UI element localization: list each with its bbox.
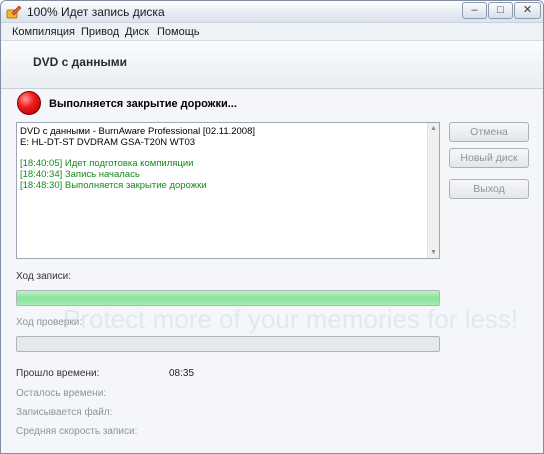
title-bar: 100% Идет запись диска – □ ✕ xyxy=(1,1,543,23)
minimize-button[interactable]: – xyxy=(462,2,487,19)
verify-progress-label: Ход проверки: xyxy=(16,317,83,328)
close-button[interactable]: ✕ xyxy=(514,2,541,19)
log-box[interactable]: DVD с данными - BurnAware Professional [… xyxy=(16,122,440,259)
menu-disc[interactable]: Диск xyxy=(125,26,149,38)
burn-window: 100% Идет запись диска – □ ✕ Компиляция … xyxy=(0,0,544,454)
elapsed-label: Прошло времени: xyxy=(16,368,100,379)
write-progress-fill xyxy=(17,291,439,305)
current-file-label: Записывается файл: xyxy=(16,407,113,418)
log-line: [18:48:30] Выполняется закрытие дорожки xyxy=(20,180,207,191)
menu-compilation[interactable]: Компиляция xyxy=(12,26,75,38)
burnaware-app-icon xyxy=(6,5,22,19)
log-line: DVD с данными - BurnAware Professional [… xyxy=(20,126,256,137)
new-disc-button[interactable]: Новый диск xyxy=(449,148,529,168)
watermark-text: Protect more of your memories for less! xyxy=(63,304,519,334)
elapsed-value: 08:35 xyxy=(169,368,195,379)
scroll-down-arrow-icon[interactable]: ▼ xyxy=(430,249,437,256)
log-line: [18:40:34] Запись началась xyxy=(20,169,140,180)
red-status-orb-icon xyxy=(17,91,41,115)
exit-button[interactable]: Выход xyxy=(449,179,529,199)
scroll-up-arrow-icon[interactable]: ▲ xyxy=(430,125,437,132)
menu-bar: Компиляция Привод Диск Помощь xyxy=(1,23,543,41)
maximize-button[interactable]: □ xyxy=(488,2,513,19)
log-line: [18:40:05] Идет подготовка компиляции xyxy=(20,158,194,169)
status-text: Выполняется закрытие дорожки... xyxy=(49,98,237,110)
verify-progress-bar xyxy=(16,336,440,352)
window-title: 100% Идет запись диска xyxy=(27,5,165,19)
header-band: DVD с данными xyxy=(1,41,543,89)
log-lines: DVD с данными - BurnAware Professional [… xyxy=(20,126,420,191)
menu-drive[interactable]: Привод xyxy=(81,26,119,38)
log-line: E: HL-DT-ST DVDRAM GSA-T20N WT03 xyxy=(20,137,196,148)
write-progress-label: Ход записи: xyxy=(16,271,72,282)
page-title: DVD с данными xyxy=(33,55,127,69)
cancel-button[interactable]: Отмена xyxy=(449,122,529,142)
log-scrollbar[interactable]: ▲ ▼ xyxy=(427,123,439,258)
remaining-label: Осталось времени: xyxy=(16,388,107,399)
menu-help[interactable]: Помощь xyxy=(157,26,200,38)
average-speed-label: Средняя скорость записи: xyxy=(16,426,138,437)
write-progress-bar xyxy=(16,290,440,306)
